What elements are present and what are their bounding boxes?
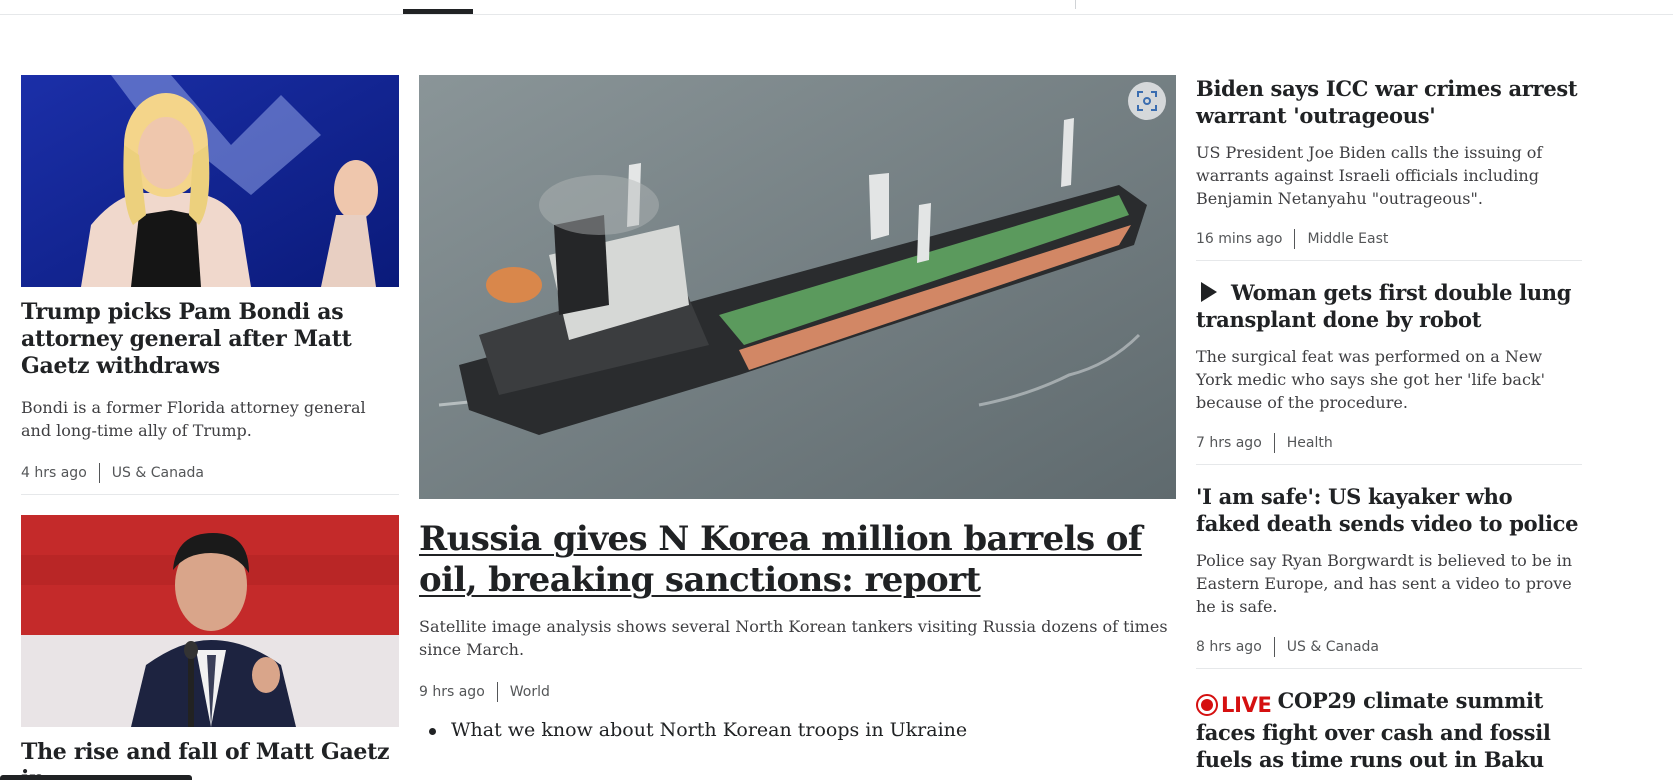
expand-icon xyxy=(1137,91,1157,111)
story-summary: US President Joe Biden calls the issuing… xyxy=(1196,143,1543,208)
pam-bondi-photo[interactable] xyxy=(21,75,399,287)
story-section-link[interactable]: Middle East xyxy=(1307,231,1388,247)
story-card-kayaker[interactable]: 'I am safe': US kayaker who faked death … xyxy=(1196,483,1582,669)
featured-meta: 9 hrs ago World xyxy=(419,681,1176,703)
story-card-lung-transplant[interactable]: Woman gets first double lung transplant … xyxy=(1196,279,1582,465)
story-meta: 8 hrs ago US & Canada xyxy=(1196,636,1582,658)
story-summary: Bondi is a former Florida attorney gener… xyxy=(21,398,366,440)
live-indicator-icon xyxy=(1196,694,1218,716)
nav-divider xyxy=(1075,0,1076,9)
story-section-link[interactable]: US & Canada xyxy=(1287,639,1379,655)
story-meta: 16 mins ago Middle East xyxy=(1196,228,1582,250)
story-summary: The surgical feat was performed on a New… xyxy=(1196,347,1545,412)
north-korean-tanker-photo[interactable] xyxy=(419,75,1176,499)
story-section-link[interactable]: US & Canada xyxy=(112,465,204,481)
featured-section-link[interactable]: World xyxy=(510,684,550,700)
active-nav-indicator xyxy=(403,9,473,14)
featured-story[interactable]: Russia gives N Korea million barrels of … xyxy=(419,75,1176,741)
story-section-link[interactable]: Health xyxy=(1287,435,1333,451)
story-divider xyxy=(21,494,399,495)
live-label: LIVE xyxy=(1221,692,1272,717)
story-timestamp: 7 hrs ago xyxy=(1196,435,1262,451)
meta-divider xyxy=(1273,433,1275,453)
story-summary: Police say Ryan Borgwardt is believed to… xyxy=(1196,551,1573,616)
story-card-gaetz[interactable]: The rise and fall of Matt Gaetz in xyxy=(21,515,399,780)
story-headline[interactable]: 'I am safe': US kayaker who faked death … xyxy=(1196,483,1582,537)
story-headline-text[interactable]: Woman gets first double lung transplant … xyxy=(1196,280,1571,332)
story-card-biden[interactable]: Biden says ICC war crimes arrest warrant… xyxy=(1196,75,1582,261)
story-headline[interactable]: Biden says ICC war crimes arrest warrant… xyxy=(1196,75,1582,129)
story-headline[interactable]: LIVE COP29 climate summit faces fight ov… xyxy=(1196,687,1582,773)
story-timestamp: 8 hrs ago xyxy=(1196,639,1262,655)
story-headline[interactable]: The rise and fall of Matt Gaetz in xyxy=(21,739,399,780)
left-column: Trump picks Pam Bondi as attorney genera… xyxy=(21,75,399,780)
expand-image-button[interactable] xyxy=(1128,82,1166,120)
related-links: What we know about North Korean troops i… xyxy=(419,719,1176,741)
featured-summary: Satellite image analysis shows several N… xyxy=(419,617,1168,659)
top-navigation-bar xyxy=(0,0,1673,15)
story-card-bondi[interactable]: Trump picks Pam Bondi as attorney genera… xyxy=(21,75,399,495)
story-headline[interactable]: Woman gets first double lung transplant … xyxy=(1196,279,1582,333)
play-icon xyxy=(1201,282,1217,302)
story-card-cop29[interactable]: LIVE COP29 climate summit faces fight ov… xyxy=(1196,687,1582,773)
story-meta: 4 hrs ago US & Canada xyxy=(21,462,399,484)
story-meta: 7 hrs ago Health xyxy=(1196,432,1582,454)
meta-divider xyxy=(1273,637,1275,657)
featured-timestamp: 9 hrs ago xyxy=(419,684,485,700)
right-column: Biden says ICC war crimes arrest warrant… xyxy=(1196,75,1582,773)
story-headline[interactable]: Trump picks Pam Bondi as attorney genera… xyxy=(21,299,399,380)
meta-divider xyxy=(98,463,100,483)
live-badge: LIVE xyxy=(1196,692,1272,719)
meta-divider xyxy=(1294,229,1296,249)
bottom-toolbar-edge xyxy=(0,775,192,780)
meta-divider xyxy=(496,682,498,702)
story-timestamp: 16 mins ago xyxy=(1196,231,1283,247)
featured-headline[interactable]: Russia gives N Korea million barrels of … xyxy=(419,519,1176,601)
matt-gaetz-photo[interactable] xyxy=(21,515,399,727)
related-link[interactable]: What we know about North Korean troops i… xyxy=(429,719,1176,741)
story-timestamp: 4 hrs ago xyxy=(21,465,87,481)
